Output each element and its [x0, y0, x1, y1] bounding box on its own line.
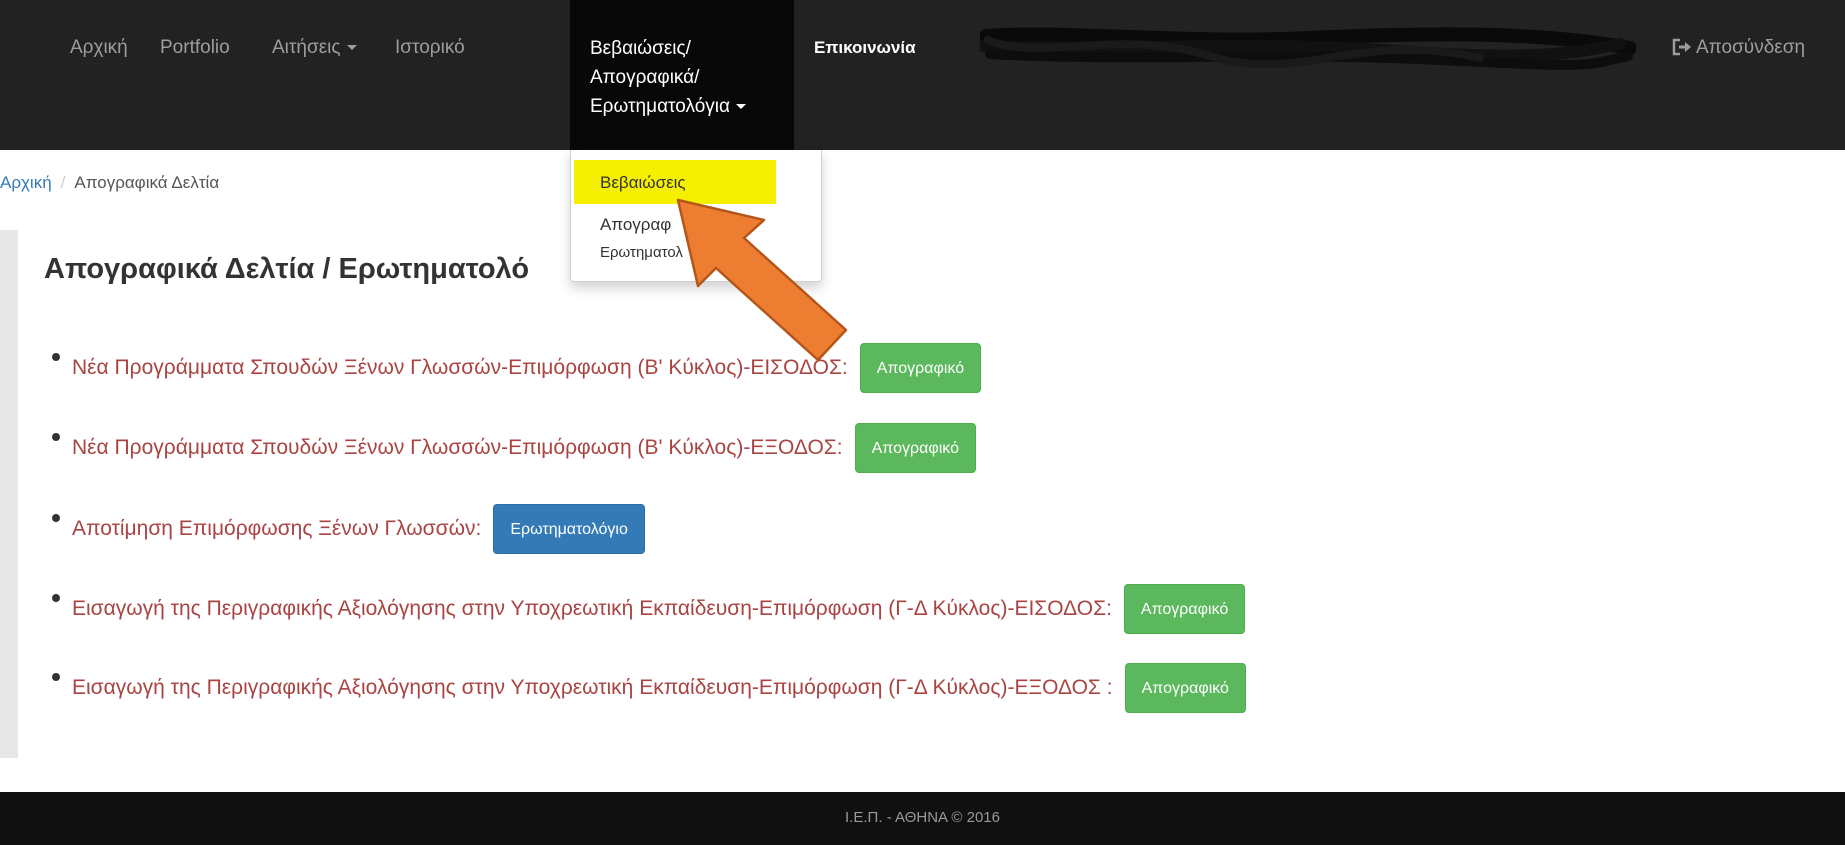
- top-navbar: Αρχική Portfolio Αιτήσεις Ιστορικό Βεβαι…: [0, 0, 1845, 150]
- nav-item-certificates-label[interactable]: Βεβαιώσεις/ Απογραφικά/ Ερωτηματολόγια: [590, 34, 790, 121]
- bullet: [52, 514, 60, 522]
- inventory-button[interactable]: Απογραφικό: [859, 343, 982, 393]
- chevron-down-icon: [346, 45, 357, 51]
- inventory-button[interactable]: Απογραφικό: [1124, 663, 1246, 713]
- redacted-user-info: [980, 27, 1636, 70]
- nav-item-portfolio[interactable]: Portfolio: [160, 36, 230, 60]
- list-item-text: Νέα Προγράμματα Σπουδών Ξένων Γλωσσών-Επ…: [72, 436, 843, 459]
- sign-out-icon: [1672, 38, 1691, 56]
- pointer-arrow-annotation: [676, 198, 848, 362]
- nav-item-home[interactable]: Αρχική: [70, 36, 128, 60]
- list-item: Νέα Προγράμματα Σπουδών Ξένων Γλωσσών-Επ…: [52, 423, 976, 473]
- nav-item-applications[interactable]: Αιτήσεις: [272, 36, 357, 60]
- inventory-button[interactable]: Απογραφικό: [1123, 584, 1246, 634]
- nav-menu-line2: Απογραφικά/: [590, 67, 700, 88]
- nav-item-applications-label: Αιτήσεις: [272, 37, 341, 58]
- nav-item-history[interactable]: Ιστορικό: [395, 36, 465, 60]
- list-item: Εισαγωγή της Περιγραφικής Αξιολόγησης στ…: [52, 663, 1246, 713]
- bullet: [52, 353, 60, 361]
- nav-menu-line3: Ερωτηματολόγια: [590, 92, 790, 121]
- inventory-button[interactable]: Απογραφικό: [854, 423, 976, 473]
- logout-link[interactable]: Αποσύνδεση: [1672, 36, 1805, 60]
- footer: Ι.Ε.Π. - ΑΘΗΝΑ © 2016: [0, 792, 1845, 845]
- page-title: Απογραφικά Δελτία / Ερωτηματολό: [44, 253, 530, 285]
- questionnaire-button[interactable]: Ερωτηματολόγιο: [493, 504, 645, 554]
- footer-copyright: Ι.Ε.Π. - ΑΘΗΝΑ © 2016: [845, 809, 1000, 826]
- content-left-border: [0, 230, 18, 758]
- breadcrumb-separator: /: [60, 173, 66, 192]
- bullet: [52, 433, 60, 441]
- chevron-down-icon: [735, 104, 746, 110]
- list-item-text: Εισαγωγή της Περιγραφικής Αξιολόγησης στ…: [72, 597, 1112, 620]
- bullet: [52, 673, 60, 681]
- list-item-text: Εισαγωγή της Περιγραφικής Αξιολόγησης στ…: [72, 676, 1113, 699]
- nav-item-contact[interactable]: Επικοινωνία: [814, 36, 916, 60]
- breadcrumb-home-link[interactable]: Αρχική: [0, 173, 52, 192]
- breadcrumb: Αρχική / Απογραφικά Δελτία: [0, 172, 219, 194]
- bullet: [52, 594, 60, 602]
- breadcrumb-current: Απογραφικά Δελτία: [74, 173, 220, 192]
- nav-menu-line1: Βεβαιώσεις/: [590, 38, 691, 59]
- list-item: Εισαγωγή της Περιγραφικής Αξιολόγησης στ…: [52, 584, 1246, 634]
- list-item-text: Αποτίμηση Επιμόρφωσης Ξένων Γλωσσών:: [72, 517, 482, 540]
- list-item: Αποτίμηση Επιμόρφωσης Ξένων Γλωσσών: Ερω…: [52, 504, 645, 554]
- logout-label: Αποσύνδεση: [1696, 37, 1806, 58]
